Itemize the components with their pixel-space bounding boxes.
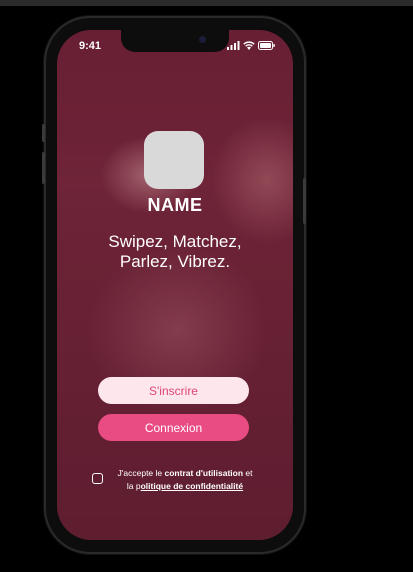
- signal-icon: [227, 41, 240, 50]
- tagline: Swipez, Matchez, Parlez, Vibrez.: [57, 232, 293, 272]
- tagline-line-2: Parlez, Vibrez.: [119, 252, 231, 271]
- status-bar: 9:41: [57, 30, 293, 66]
- status-icons: [227, 41, 275, 51]
- status-time: 9:41: [79, 40, 102, 52]
- notch: [121, 30, 229, 52]
- privacy-link[interactable]: olitique de confidentialité: [141, 481, 243, 491]
- wifi-icon: [243, 41, 255, 50]
- side-button-left-2: [42, 152, 45, 184]
- terms-line-2: la politique de confidentialité: [109, 480, 261, 493]
- photo-overlay: [57, 30, 293, 540]
- terms-middle: et: [243, 468, 253, 478]
- tagline-line-1: Swipez, Matchez,: [108, 232, 242, 251]
- side-button-left: [42, 124, 45, 142]
- side-button-right: [303, 178, 306, 224]
- terms-text: J'accepte le contrat d'utilisation et la…: [109, 467, 261, 493]
- register-button[interactable]: S'inscrire: [98, 377, 249, 404]
- contract-link[interactable]: contrat d'utilisation: [165, 468, 244, 478]
- terms-line-1: J'accepte le contrat d'utilisation et: [109, 467, 261, 480]
- terms-line2-prefix: la p: [126, 481, 141, 491]
- home-indicator: [135, 528, 215, 532]
- accept-terms-checkbox[interactable]: [92, 473, 103, 484]
- login-button[interactable]: Connexion: [98, 414, 249, 441]
- terms-prefix: J'accepte le: [117, 468, 165, 478]
- app-screen: 9:41 NAME Swipez, Matchez, Parlez, Vibre…: [57, 30, 293, 540]
- app-name: NAME: [147, 195, 203, 215]
- app-logo: [144, 131, 204, 189]
- camera-icon: [199, 36, 206, 43]
- battery-icon: [258, 41, 275, 50]
- window-top-bar: [0, 0, 413, 6]
